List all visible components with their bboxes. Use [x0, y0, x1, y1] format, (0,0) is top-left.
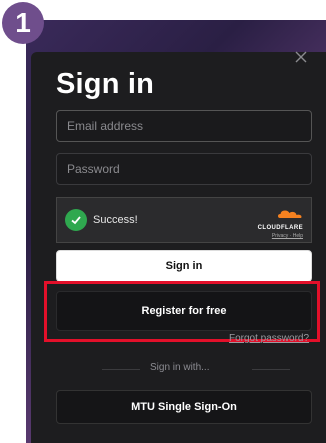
page-title: Sign in: [56, 68, 155, 100]
sign-in-with-divider: Sign in with...: [90, 362, 290, 376]
forgot-password-link[interactable]: Forgot password?: [229, 333, 309, 344]
divider-line-left: [102, 369, 140, 370]
cloudflare-name: CLOUDFLARE: [257, 225, 303, 231]
sign-in-button[interactable]: Sign in: [56, 250, 312, 282]
step-number-badge: 1: [2, 2, 44, 44]
password-field[interactable]: [56, 153, 312, 185]
captcha-status: Success!: [93, 214, 138, 226]
cloudflare-logo: CLOUDFLARE Privacy · Help: [243, 206, 303, 239]
email-field[interactable]: [56, 110, 312, 142]
register-button[interactable]: Register for free: [56, 291, 312, 331]
close-icon[interactable]: [294, 50, 308, 64]
checkmark-icon: [65, 209, 87, 231]
sso-button[interactable]: MTU Single Sign-On: [56, 390, 312, 424]
sign-in-with-label: Sign in with...: [150, 362, 210, 373]
captcha-links[interactable]: Privacy · Help: [243, 233, 303, 239]
cloud-icon: [278, 210, 302, 218]
captcha-widget[interactable]: Success! CLOUDFLARE Privacy · Help: [56, 197, 312, 243]
divider-line-right: [252, 369, 290, 370]
